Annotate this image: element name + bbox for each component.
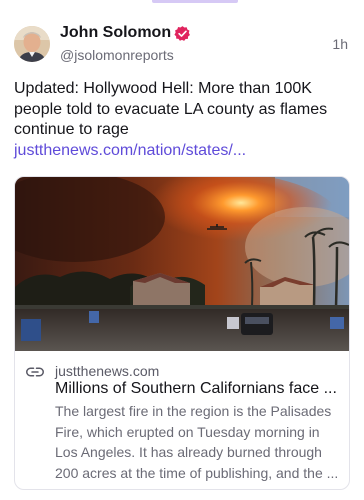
card-domain: justthenews.com	[55, 363, 160, 379]
post-link[interactable]: justthenews.com/nation/states/...	[14, 142, 246, 159]
card-image[interactable]	[15, 177, 350, 351]
post-text: Updated: Hollywood Hell: More than 100K …	[14, 79, 350, 161]
post-body-text: Updated: Hollywood Hell: More than 100K …	[14, 80, 328, 138]
post-timestamp: 1h	[332, 36, 348, 52]
card-title[interactable]: Millions of Southern Californians face .…	[55, 380, 343, 398]
card-description: The largest fire in the region is the Pa…	[55, 403, 339, 481]
author-handle[interactable]: @jsolomonreports	[60, 47, 174, 63]
avatar-image	[14, 26, 50, 62]
link-icon	[26, 367, 44, 377]
author-name[interactable]: John Solomon	[60, 24, 171, 42]
verified-badge-icon	[174, 26, 190, 41]
avatar[interactable]	[14, 26, 50, 62]
link-preview-card[interactable]: justthenews.com Millions of Southern Cal…	[14, 176, 350, 490]
post[interactable]: John Solomon @jsolomonreports 1h Updated…	[0, 0, 364, 500]
